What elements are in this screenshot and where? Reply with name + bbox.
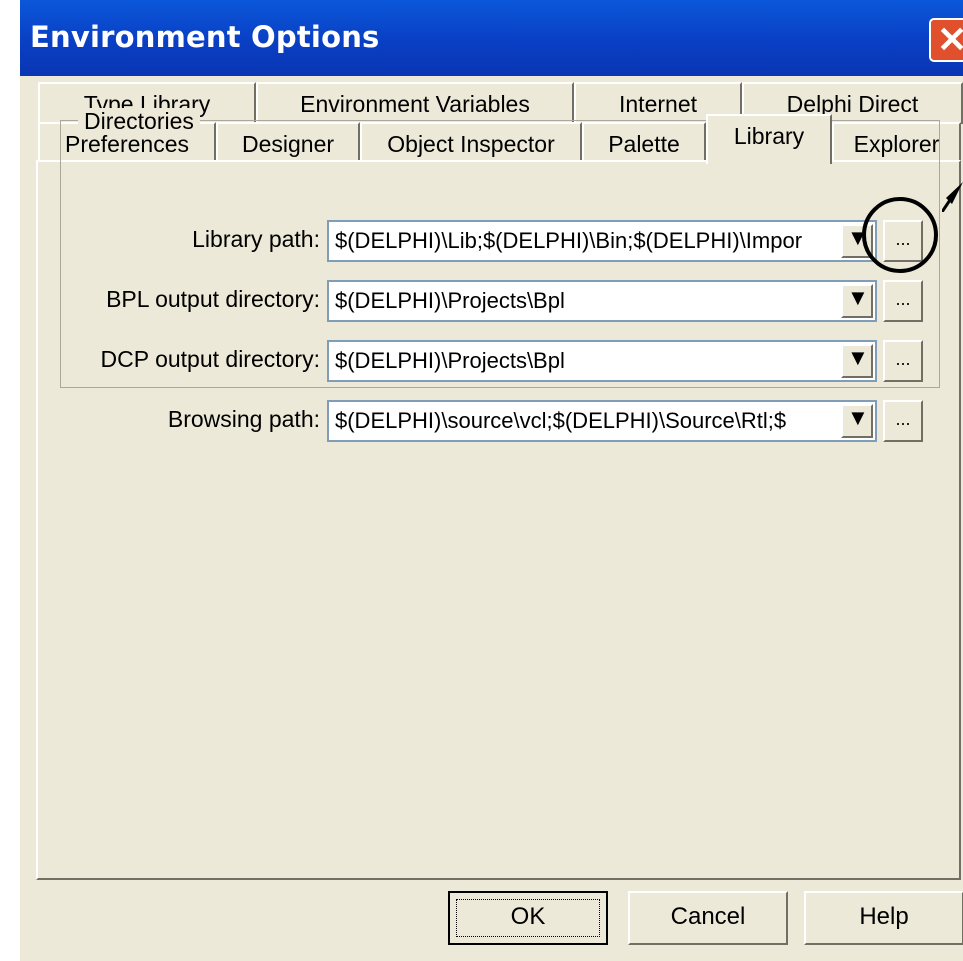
window-title: Environment Options bbox=[30, 20, 380, 54]
bpl-output-directory-browse-button[interactable]: ... bbox=[883, 280, 923, 322]
browsing-path-browse-button[interactable]: ... bbox=[883, 400, 923, 442]
directories-group-label: Directories bbox=[78, 108, 200, 135]
close-button[interactable]: ✕ bbox=[929, 18, 963, 62]
dcp-output-directory-value: $(DELPHI)\Projects\Bpl bbox=[335, 348, 565, 373]
help-button[interactable]: Help bbox=[804, 891, 963, 945]
tab-environment-variables[interactable]: Environment Variables bbox=[256, 82, 574, 124]
browsing-path-combo[interactable]: $(DELPHI)\source\vcl;$(DELPHI)\Source\Rt… bbox=[327, 400, 877, 442]
title-bar[interactable]: Environment Options ✕ bbox=[20, 0, 963, 76]
chevron-down-icon: ▼ bbox=[847, 345, 869, 370]
bpl-output-directory-combo[interactable]: $(DELPHI)\Projects\Bpl ▼ bbox=[327, 280, 877, 322]
dcp-output-directory-label: DCP output directory: bbox=[100, 346, 320, 372]
chevron-down-icon: ▼ bbox=[847, 405, 869, 430]
bpl-output-directory-label: BPL output directory: bbox=[106, 286, 320, 312]
cancel-button[interactable]: Cancel bbox=[628, 891, 788, 945]
browsing-path-dropdown-button[interactable]: ▼ bbox=[841, 404, 873, 438]
dcp-output-directory-combo[interactable]: $(DELPHI)\Projects\Bpl ▼ bbox=[327, 340, 877, 382]
dcp-output-directory-browse-button[interactable]: ... bbox=[883, 340, 923, 382]
browsing-path-label: Browsing path: bbox=[167, 406, 320, 432]
annotation-circle bbox=[862, 197, 938, 273]
chevron-down-icon: ▼ bbox=[847, 285, 869, 310]
browsing-path-value: $(DELPHI)\source\vcl;$(DELPHI)\Source\Rt… bbox=[335, 408, 787, 433]
library-path-value: $(DELPHI)\Lib;$(DELPHI)\Bin;$(DELPHI)\Im… bbox=[335, 228, 803, 253]
close-icon: ✕ bbox=[937, 19, 963, 60]
library-path-combo[interactable]: $(DELPHI)\Lib;$(DELPHI)\Bin;$(DELPHI)\Im… bbox=[327, 220, 877, 262]
bpl-output-directory-value: $(DELPHI)\Projects\Bpl bbox=[335, 288, 565, 313]
focus-rectangle bbox=[456, 899, 600, 937]
ok-button[interactable]: OK bbox=[448, 891, 608, 945]
dcp-output-directory-dropdown-button[interactable]: ▼ bbox=[841, 344, 873, 378]
tab-library[interactable]: Library bbox=[706, 114, 832, 164]
annotation-arrow-icon bbox=[942, 182, 963, 212]
dialog-window: Environment Options ✕ Type Library Envir… bbox=[20, 0, 963, 961]
library-path-label: Library path: bbox=[192, 226, 320, 252]
bpl-output-directory-dropdown-button[interactable]: ▼ bbox=[841, 284, 873, 318]
